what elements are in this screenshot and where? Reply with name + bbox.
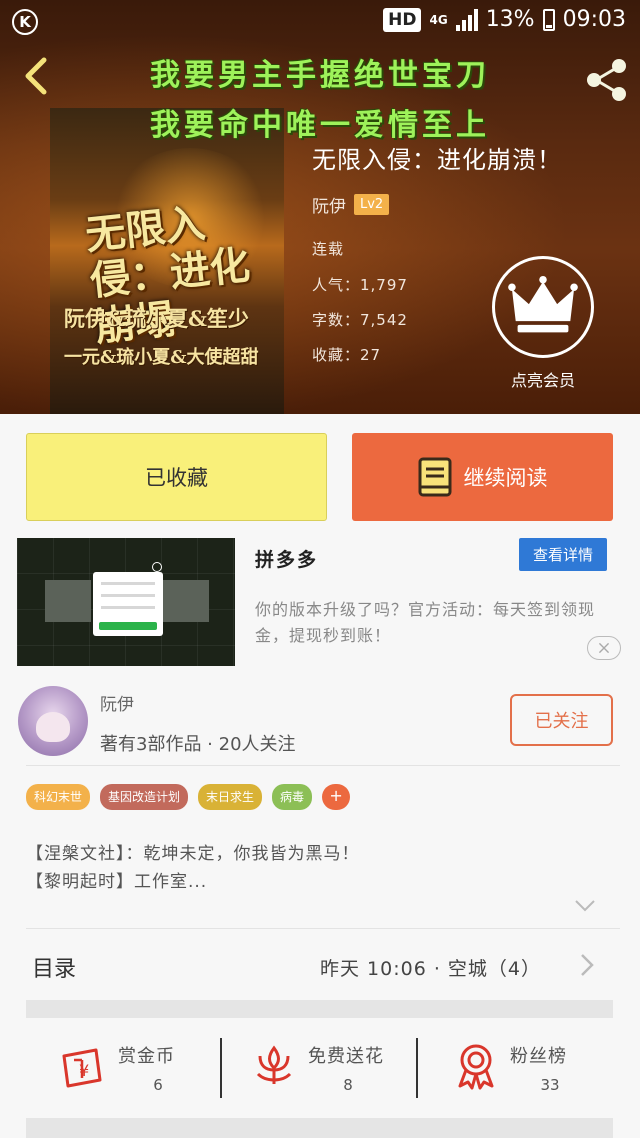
stat-value: 8 [343, 1076, 353, 1094]
book-popularity: 人气：1,797 [312, 276, 408, 294]
ad-brand[interactable]: 拼多多 [255, 545, 318, 572]
clock: 09:03 [562, 7, 626, 32]
tag-list: 科幻末世 基因改造计划 末日求生 病毒 + [26, 784, 351, 810]
ad-image-card [163, 580, 209, 622]
tag-item[interactable]: 基因改造计划 [100, 784, 189, 810]
intro-line: 【涅槃文社】：乾坤未定，你我皆为黑马！ [26, 844, 360, 864]
section-separator [26, 1118, 613, 1138]
ad-image[interactable] [17, 538, 235, 666]
cover-sub-art: 一元&琉小夏&大使超甜 [64, 347, 259, 368]
level-badge: Lv2 [354, 194, 390, 215]
ad-close-icon[interactable] [587, 636, 621, 660]
stat-divider [220, 1038, 222, 1098]
signal-icon [455, 8, 478, 31]
battery-percent: 13% [485, 7, 535, 32]
fan-rank-icon [458, 1044, 494, 1090]
book-status: 连载 [312, 240, 345, 258]
flower-icon [256, 1045, 292, 1084]
toc-label[interactable]: 目录 [32, 951, 76, 983]
author-avatar[interactable] [18, 686, 88, 756]
k-app-icon: K [12, 9, 38, 35]
reward-coin-icon: ¥ [62, 1048, 102, 1088]
divider [26, 928, 620, 929]
hd-badge: HD [383, 7, 422, 32]
section-separator [26, 1000, 613, 1018]
ad-image-card [45, 580, 91, 622]
book-icon [418, 457, 451, 497]
vip-button[interactable] [492, 256, 594, 358]
stat-label: 免费送花 [308, 1046, 384, 1067]
tag-item[interactable]: 病毒 [272, 784, 313, 810]
tag-item[interactable]: 科幻末世 [26, 784, 91, 810]
continue-reading-button[interactable]: 继续阅读 [352, 433, 613, 521]
follow-button[interactable]: 已关注 [510, 694, 613, 746]
book-word-count: 字数：7,542 [312, 311, 408, 329]
book-header: K HD 4G 13% 09:03 无限入侵：进化崩塌 阮伊&琉小夏&笙少 一元… [0, 0, 640, 414]
crown-icon [508, 275, 578, 333]
author-stats: 著有3部作品 · 20人关注 [100, 734, 296, 755]
intro-line: 【黎明起时】工作室... [26, 872, 208, 892]
promo-banner-line1[interactable]: 我要男主手握绝世宝刀 [0, 50, 640, 94]
stat-label: 粉丝榜 [510, 1046, 567, 1067]
collected-button[interactable]: 已收藏 [26, 433, 327, 521]
stat-value: 6 [153, 1076, 163, 1094]
toc-latest-update[interactable]: 昨天 10:06 · 空城（4） [320, 954, 541, 981]
fan-rank-button[interactable]: 粉丝榜 33 [452, 1036, 640, 1104]
author-name[interactable]: 阮伊 [100, 690, 134, 715]
ad-detail-button[interactable]: 查看详情 [519, 538, 607, 571]
vip-label[interactable]: 点亮会员 [492, 367, 594, 391]
follow-label: 已关注 [534, 711, 589, 732]
promo-banner-line2[interactable]: 我要命中唯一爱情至上 [0, 100, 640, 144]
ad-image-dialog [93, 572, 163, 636]
stat-label: 赏金币 [118, 1046, 175, 1067]
continue-reading-label: 继续阅读 [463, 466, 548, 490]
stat-divider [416, 1038, 418, 1098]
stat-value: 33 [540, 1076, 560, 1094]
network-type: 4G [429, 12, 448, 27]
book-favorites: 收藏：27 [312, 346, 382, 364]
status-bar: K HD 4G 13% 09:03 [0, 0, 640, 44]
add-tag-button[interactable]: + [322, 784, 351, 810]
book-intro[interactable]: 【涅槃文社】：乾坤未定，你我皆为黑马！ 【黎明起时】工作室... [26, 840, 360, 896]
collected-label: 已收藏 [145, 466, 208, 490]
chevron-down-icon[interactable] [574, 898, 596, 914]
book-cover[interactable]: 无限入侵：进化崩塌 阮伊&琉小夏&笙少 一元&琉小夏&大使超甜 [50, 108, 284, 414]
divider [26, 765, 620, 766]
tag-item[interactable]: 末日求生 [198, 784, 263, 810]
svg-text:¥: ¥ [79, 1061, 89, 1080]
cover-authors-art: 阮伊&琉小夏&笙少 [64, 306, 249, 331]
ad-text[interactable]: 你的版本升级了吗？官方活动：每天签到领现金，提现秒到账！ [255, 597, 620, 649]
chevron-right-icon[interactable] [578, 952, 596, 978]
book-title: 无限入侵：进化崩溃！ [312, 146, 562, 174]
book-author[interactable]: 阮伊 [312, 192, 346, 217]
reward-coin-button[interactable]: ¥ 赏金币 6 [60, 1036, 256, 1104]
ad-image-close-icon [152, 562, 162, 572]
author-row[interactable]: 阮伊 Lv2 [312, 192, 390, 217]
battery-icon [542, 8, 555, 31]
